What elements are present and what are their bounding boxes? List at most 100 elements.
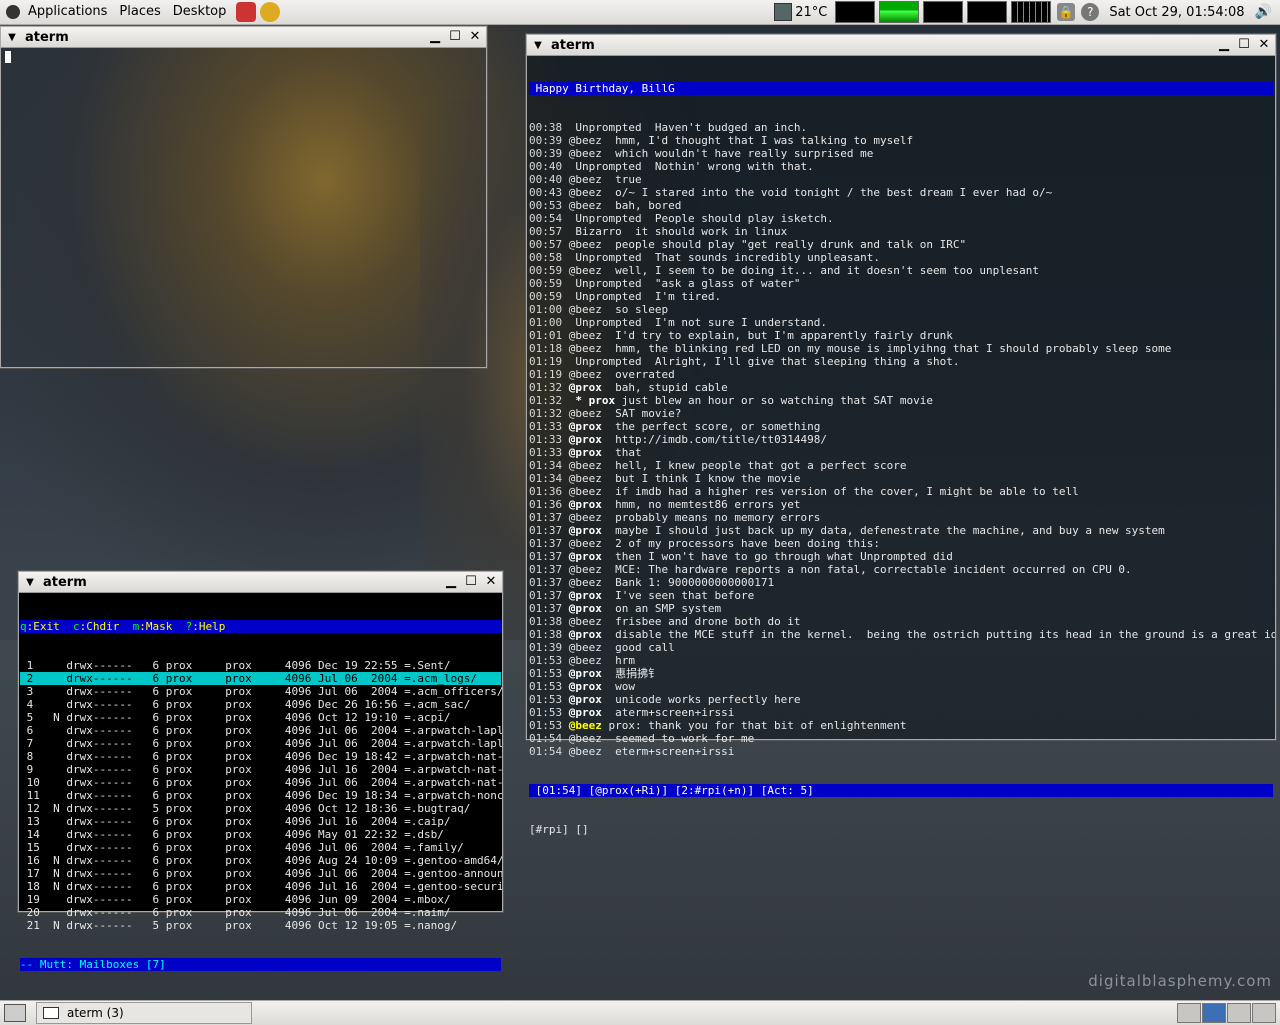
message-nick: @prox	[568, 602, 609, 615]
message-text: Bank 1: 9000000000000171	[608, 576, 775, 589]
message-text: 2 of my processors have been doing this:	[608, 537, 881, 550]
maximize-icon[interactable]: ☐	[1235, 36, 1253, 54]
irc-body[interactable]: Happy Birthday, BillG 00:38 Unprompted H…	[527, 56, 1275, 862]
mailbox-row[interactable]: 12 N drwx------ 5 prox prox 4096 Oct 12 …	[20, 802, 501, 815]
workspace-2[interactable]	[1202, 1003, 1226, 1023]
window-menu-icon[interactable]: ▼	[23, 577, 37, 588]
message-time: 00:59	[529, 290, 569, 303]
mailbox-row[interactable]: 10 drwx------ 6 prox prox 4096 Jul 06 20…	[20, 776, 502, 789]
mailbox-row[interactable]: 20 drwx------ 6 prox prox 4096 Jul 06 20…	[20, 906, 501, 919]
message-nick: @prox	[568, 433, 609, 446]
close-icon[interactable]: ✕	[466, 28, 484, 46]
clock[interactable]: Sat Oct 29, 01:54:08	[1109, 5, 1244, 20]
taskbar-button-label: aterm (3)	[67, 1006, 124, 1020]
irc-message: 01:38 @beez frisbee and drone both do it	[529, 615, 1273, 628]
mailbox-row[interactable]: 2 drwx------ 6 prox prox 4096 Jul 06 200…	[20, 672, 501, 685]
mailbox-row[interactable]: 11 drwx------ 6 prox prox 4096 Dec 19 18…	[20, 789, 502, 802]
mailbox-row[interactable]: 18 N drwx------ 6 prox prox 4096 Jul 16 …	[20, 880, 502, 893]
thunderbird-launcher-icon[interactable]	[260, 2, 281, 22]
message-time: 01:32	[529, 407, 569, 420]
message-time: 00:59	[529, 277, 569, 290]
mailbox-row[interactable]: 9 drwx------ 6 prox prox 4096 Jul 16 200…	[20, 763, 502, 776]
mailbox-row[interactable]: 4 drwx------ 6 prox prox 4096 Dec 26 16:…	[20, 698, 501, 711]
mailbox-list[interactable]: 1 drwx------ 6 prox prox 4096 Dec 19 22:…	[20, 659, 502, 932]
cpu-monitor[interactable]	[835, 1, 876, 23]
minimize-icon[interactable]: ▁	[1215, 36, 1233, 54]
load-monitor[interactable]	[1011, 1, 1052, 23]
menu-desktop[interactable]: Desktop	[167, 0, 233, 24]
mailbox-row[interactable]: 19 drwx------ 6 prox prox 4096 Jun 09 20…	[20, 893, 501, 906]
message-time: 01:33	[529, 420, 569, 433]
irc-message: 00:57 Bizarro it should work in linux	[529, 225, 1273, 238]
mailbox-row[interactable]: 7 drwx------ 6 prox prox 4096 Jul 06 200…	[20, 737, 502, 750]
close-icon[interactable]: ✕	[1255, 36, 1273, 54]
message-time: 01:00	[529, 316, 569, 329]
window-menu-icon[interactable]: ▼	[531, 40, 545, 51]
window-menu-icon[interactable]: ▼	[5, 32, 19, 43]
close-icon[interactable]: ✕	[482, 573, 500, 591]
message-time: 00:54	[529, 212, 569, 225]
window-titlebar[interactable]: ▼ aterm ▁ ☐ ✕	[1, 27, 486, 48]
menu-places[interactable]: Places	[113, 0, 166, 24]
window-title: aterm	[551, 37, 595, 53]
help-label: :Mask	[139, 620, 186, 633]
mailbox-row[interactable]: 5 N drwx------ 6 prox prox 4096 Oct 12 1…	[20, 711, 501, 724]
mailbox-row[interactable]: 6 drwx------ 6 prox prox 4096 Jul 06 200…	[20, 724, 502, 737]
mailbox-row[interactable]: 21 N drwx------ 5 prox prox 4096 Oct 12 …	[20, 919, 501, 932]
mailbox-row[interactable]: 3 drwx------ 6 prox prox 4096 Jul 06 200…	[20, 685, 502, 698]
lock-icon[interactable]: 🔒	[1057, 3, 1076, 21]
swap-monitor[interactable]	[967, 1, 1008, 23]
irc-message: 01:37 @prox then I won't have to go thro…	[529, 550, 1273, 563]
irc-message: 01:37 @prox maybe I should just back up …	[529, 524, 1273, 537]
message-time: 01:37	[529, 511, 569, 524]
help-icon[interactable]: ?	[1081, 3, 1100, 21]
network-monitor[interactable]	[879, 1, 920, 23]
message-nick: @prox	[568, 498, 609, 511]
volume-icon[interactable]: 🔊	[1255, 4, 1272, 20]
message-text: aterm+screen+irssi	[608, 706, 735, 719]
minimize-icon[interactable]: ▁	[442, 573, 460, 591]
window-titlebar[interactable]: ▼ aterm ▁ ☐ ✕	[19, 572, 502, 593]
taskbar-button-aterm[interactable]: aterm (3)	[36, 1002, 252, 1024]
workspace-4[interactable]	[1252, 1003, 1276, 1023]
workspace-3[interactable]	[1227, 1003, 1251, 1023]
message-time: 01:00	[529, 303, 569, 316]
workspace-switcher[interactable]	[1176, 1003, 1276, 1023]
irc-input[interactable]: [#rpi] []	[529, 823, 1273, 836]
mailbox-row[interactable]: 16 N drwx------ 6 prox prox 4096 Aug 24 …	[20, 854, 502, 867]
mailbox-row[interactable]: 8 drwx------ 6 prox prox 4096 Dec 19 18:…	[20, 750, 502, 763]
weather-icon[interactable]	[774, 3, 793, 21]
memory-monitor[interactable]	[923, 1, 964, 23]
mailbox-row[interactable]: 1 drwx------ 6 prox prox 4096 Dec 19 22:…	[20, 659, 501, 672]
temperature[interactable]: 21°C	[795, 5, 827, 20]
mailbox-row[interactable]: 14 drwx------ 6 prox prox 4096 May 01 22…	[20, 828, 501, 841]
terminal-window[interactable]: ▼ aterm ▁ ☐ ✕	[0, 26, 487, 368]
irc-message: 01:37 @prox I've seen that before	[529, 589, 1273, 602]
mailbox-row[interactable]: 15 drwx------ 6 prox prox 4096 Jul 06 20…	[20, 841, 501, 854]
maximize-icon[interactable]: ☐	[462, 573, 480, 591]
menu-applications[interactable]: Applications	[22, 0, 113, 24]
help-key: c	[72, 620, 80, 633]
message-nick: @beez	[568, 511, 609, 524]
window-titlebar[interactable]: ▼ aterm ▁ ☐ ✕	[527, 35, 1275, 56]
message-time: 00:39	[529, 147, 569, 160]
message-nick: @prox	[568, 420, 609, 433]
mailbox-row[interactable]: 13 drwx------ 6 prox prox 4096 Jul 16 20…	[20, 815, 501, 828]
maximize-icon[interactable]: ☐	[446, 28, 464, 46]
irc-message: 01:54 @beez eterm+screen+irssi	[529, 745, 1273, 758]
message-text: good call	[608, 641, 675, 654]
message-text: unicode works perfectly here	[608, 693, 801, 706]
mutt-terminal-window[interactable]: ▼ aterm ▁ ☐ ✕ q:Exit c:Chdir m:Mask ?:He…	[18, 571, 503, 971]
irc-terminal-window[interactable]: ▼ aterm ▁ ☐ ✕ Happy Birthday, BillG 00:3…	[526, 34, 1276, 836]
gnome-foot-icon[interactable]	[6, 5, 20, 19]
message-nick: @beez	[568, 459, 609, 472]
mailbox-row[interactable]: 17 N drwx------ 6 prox prox 4096 Jul 06 …	[20, 867, 502, 880]
show-desktop-icon[interactable]	[4, 1004, 26, 1022]
minimize-icon[interactable]: ▁	[426, 28, 444, 46]
firefox-launcher-icon[interactable]	[236, 2, 257, 22]
message-text: bah, bored	[608, 199, 682, 212]
terminal-body[interactable]	[1, 48, 486, 367]
window-icon	[43, 1007, 59, 1019]
mutt-body[interactable]: q:Exit c:Chdir m:Mask ?:Help 1 drwx-----…	[19, 593, 502, 998]
workspace-1[interactable]	[1177, 1003, 1201, 1023]
